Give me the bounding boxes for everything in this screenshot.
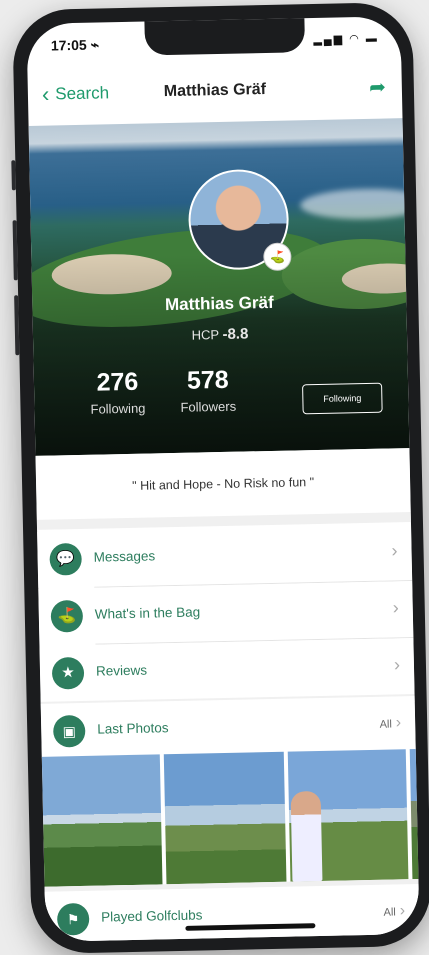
image-icon: ▣: [52, 714, 86, 748]
menu-label-bag: What's in the Bag: [94, 604, 201, 622]
chat-bubble-icon: 💬: [49, 542, 82, 576]
flag-icon: ⚑: [56, 902, 90, 936]
chevron-right-icon: ›: [391, 540, 398, 561]
hcp-value: -8.8: [222, 325, 249, 343]
chevron-right-icon: ›: [399, 902, 406, 920]
menu-item-bag[interactable]: ⛳ What's in the Bag ›: [38, 581, 414, 645]
menu-label-reviews: Reviews: [95, 662, 148, 679]
following-stat[interactable]: 276 Following: [90, 367, 146, 417]
photo-strip: [41, 748, 420, 887]
notch: [144, 16, 306, 56]
menu-item-reviews[interactable]: ★ Reviews ›: [39, 638, 415, 702]
volume-down-button: [14, 295, 20, 356]
followers-count: 578: [186, 365, 229, 395]
share-arrow-icon: ➦: [368, 76, 387, 99]
profile-header: ⛳ Matthias Gräf HCP -8.8 276 Following 5…: [28, 118, 410, 456]
golf-bag-icon: ⛳: [50, 599, 84, 633]
menu-item-messages[interactable]: 💬 Messages ›: [37, 524, 413, 588]
menu-label-messages: Messages: [93, 548, 156, 565]
photos-all-link[interactable]: All ›: [379, 714, 402, 732]
photos-section-header: ▣ Last Photos All ›: [40, 696, 416, 758]
followers-label: Followers: [180, 398, 237, 415]
golfclubs-all-link[interactable]: All ›: [383, 902, 405, 920]
followers-stat[interactable]: 578 Followers: [180, 365, 237, 415]
photo-thumbnail[interactable]: [409, 748, 420, 880]
following-count: 276: [96, 367, 139, 397]
chevron-right-icon: ›: [392, 597, 399, 618]
phone-frame: 17:05 ⌁ ▂▄▆ ◠ ▬ ‹ Search Matthias Gräf ➦ …: [11, 1, 429, 955]
mute-switch: [11, 160, 16, 191]
star-icon: ★: [51, 656, 85, 690]
chevron-right-icon: ›: [395, 714, 402, 732]
photo-thumbnail[interactable]: [163, 751, 287, 885]
share-button[interactable]: ➦: [369, 74, 386, 99]
hcp-label: HCP: [191, 327, 220, 343]
golfclubs-all-label: All: [383, 906, 396, 919]
nav-bar: ‹ Search Matthias Gräf ➦: [27, 60, 402, 126]
chevron-right-icon: ›: [393, 654, 401, 675]
photos-title: Last Photos: [97, 720, 169, 737]
profile-quote: " Hit and Hope - No Risk no fun ": [35, 448, 411, 520]
photo-thumbnail[interactable]: [41, 754, 163, 887]
following-button[interactable]: Following: [302, 382, 383, 415]
golfclubs-title: Played Golfclubs: [101, 907, 203, 925]
photo-thumbnail[interactable]: [287, 749, 409, 882]
volume-up-button: [12, 220, 18, 281]
golfclubs-section-header: ⚑ Played Golfclubs All ›: [44, 883, 420, 942]
status-icons: ▂▄▆ ◠ ▬: [313, 32, 379, 46]
photo-person: [290, 791, 323, 882]
screen: 17:05 ⌁ ▂▄▆ ◠ ▬ ‹ Search Matthias Gräf ➦ …: [26, 16, 420, 942]
photos-all-label: All: [379, 718, 392, 731]
status-time: 17:05 ⌁: [50, 36, 100, 54]
following-label: Following: [90, 400, 146, 417]
